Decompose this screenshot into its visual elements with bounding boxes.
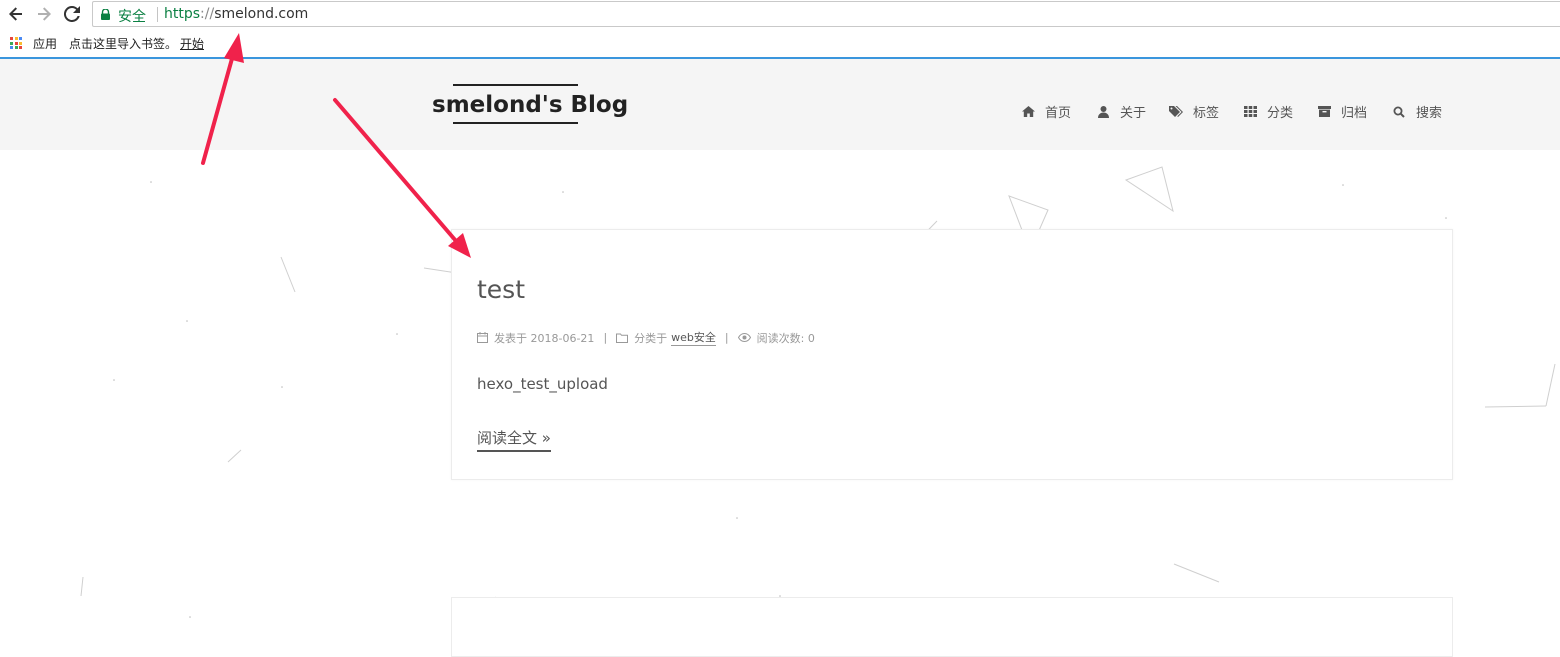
- annotation-arrow: [201, 53, 235, 165]
- annotation-arrowhead: [224, 33, 244, 63]
- annotation-arrow: [333, 98, 458, 243]
- annotation-overlay: [201, 33, 471, 258]
